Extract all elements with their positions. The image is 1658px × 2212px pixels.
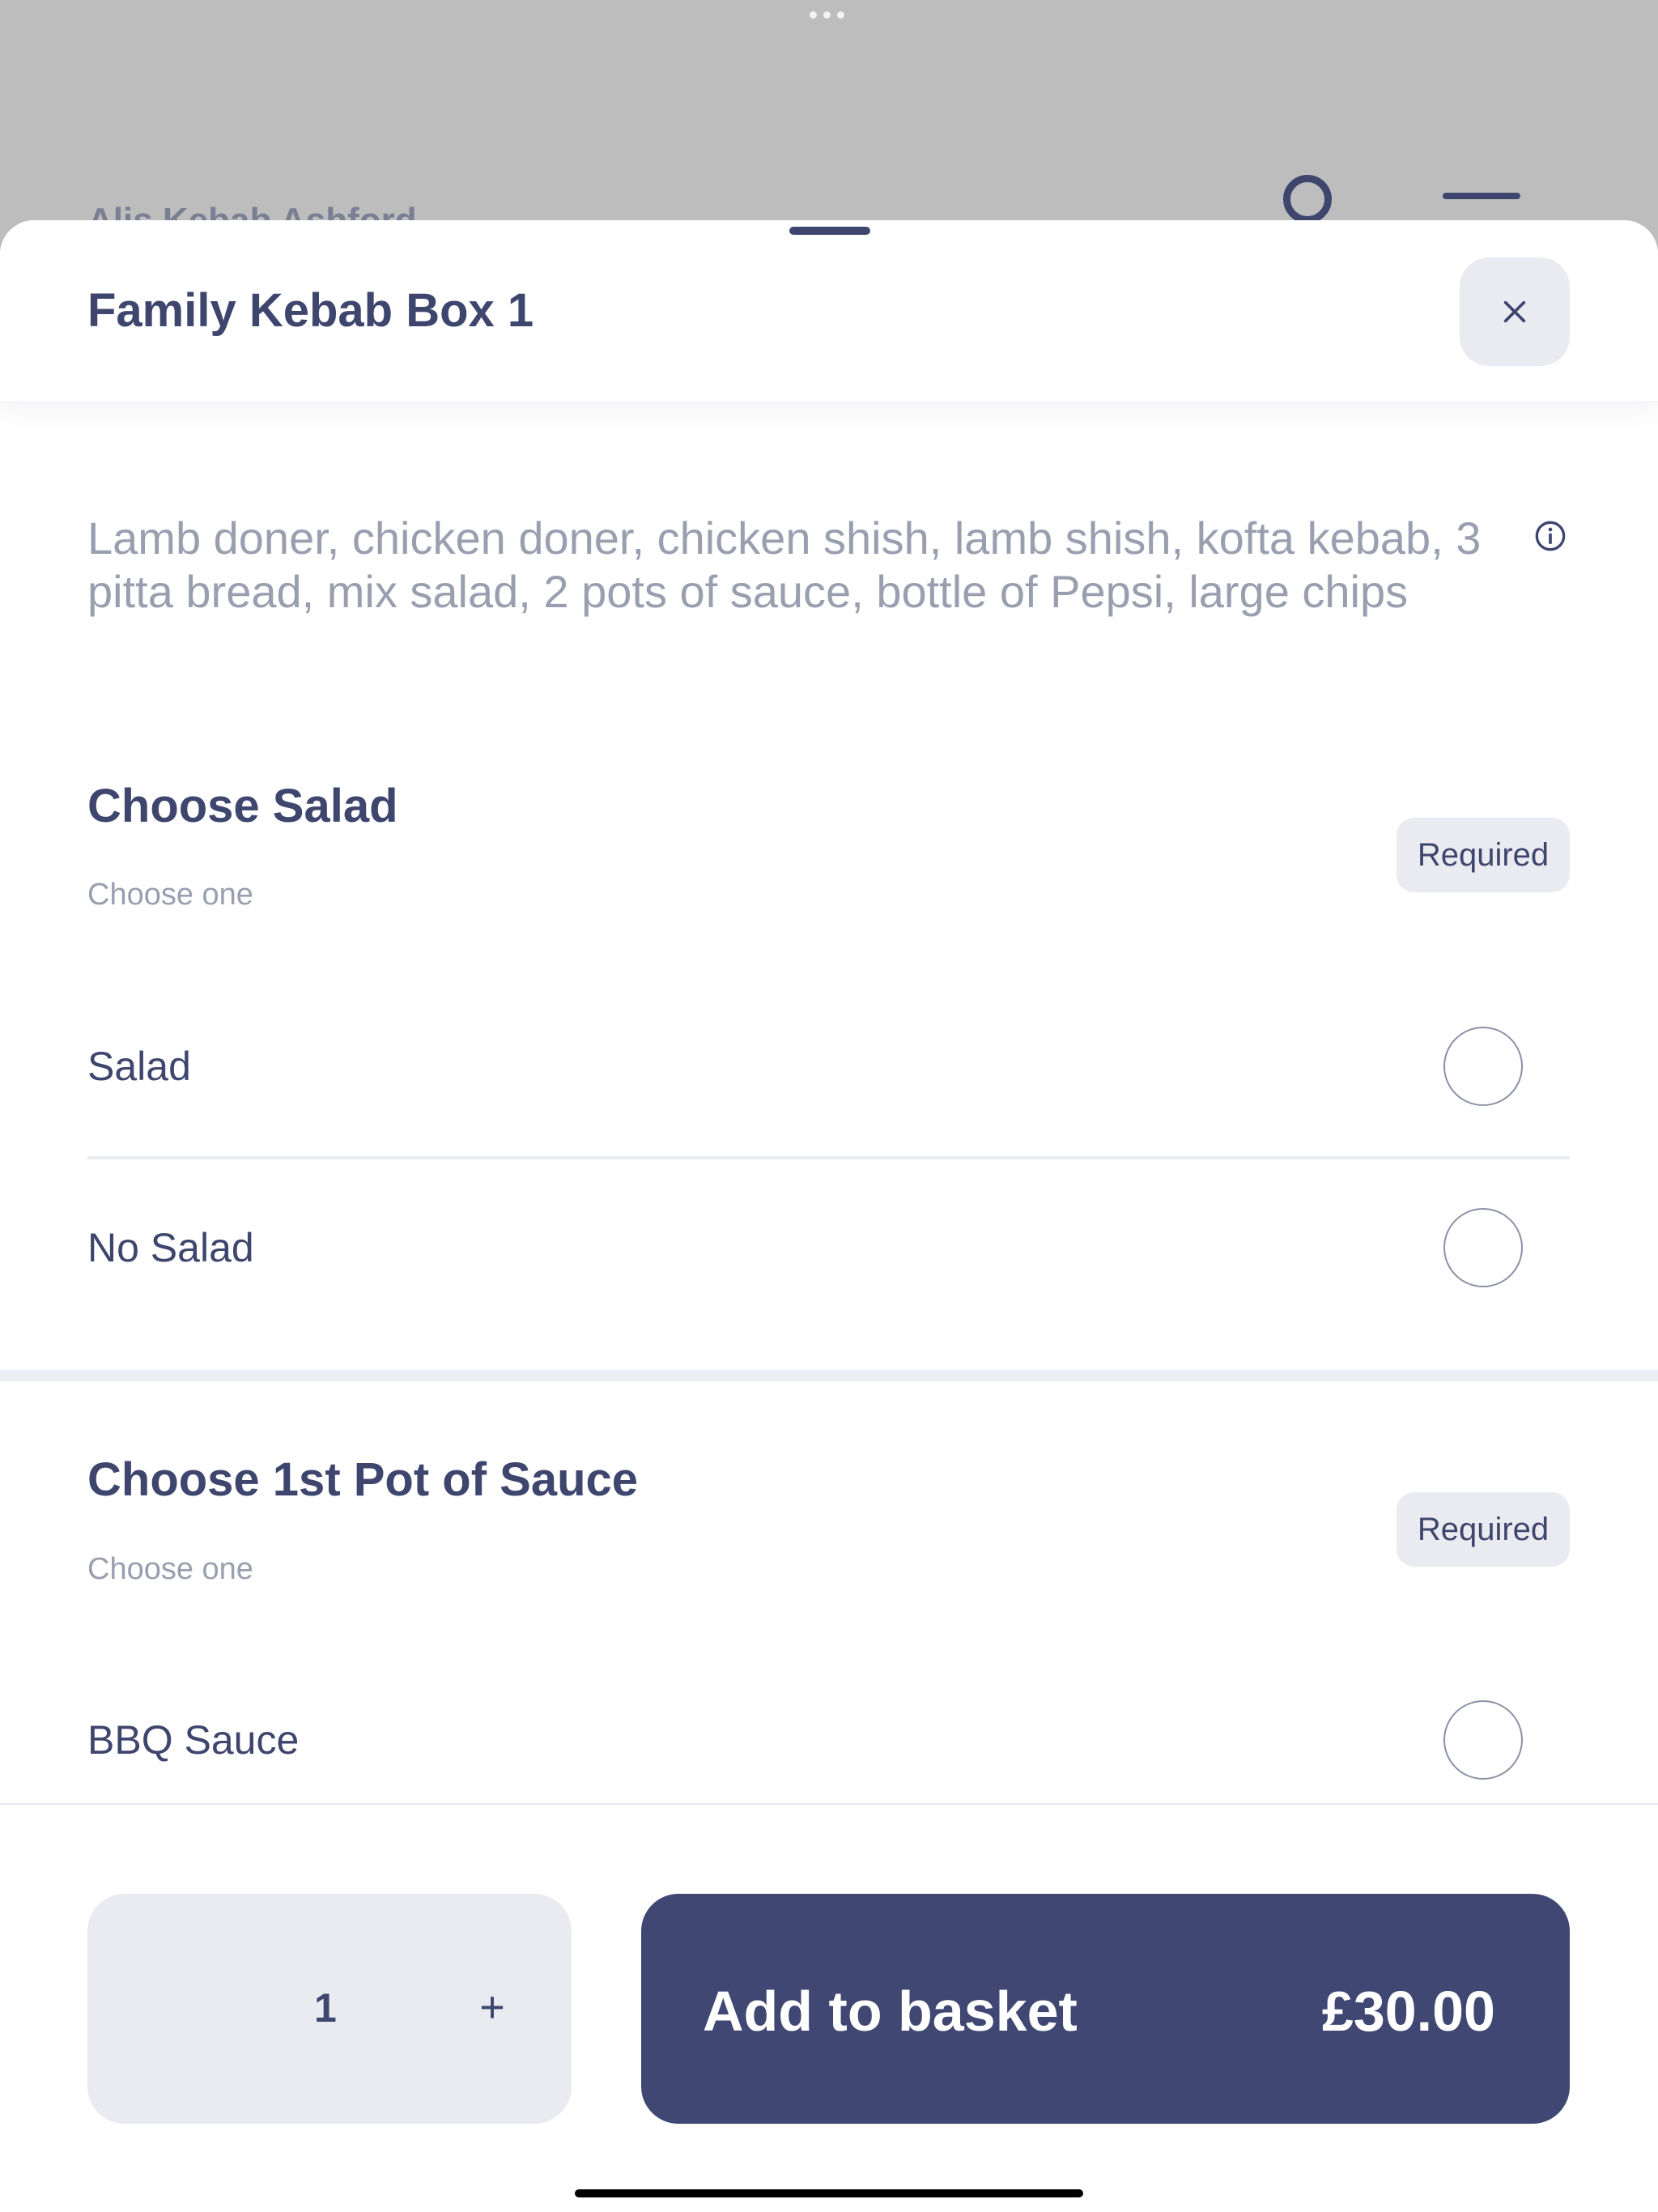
add-to-basket-label: Add to basket: [703, 1980, 1078, 2043]
multitasking-dots[interactable]: [810, 11, 844, 19]
item-description: Lamb doner, chicken doner, chicken shish…: [87, 513, 1482, 617]
radio-salad[interactable]: [1443, 1027, 1523, 1106]
option-label-salad[interactable]: Salad: [87, 1043, 191, 1090]
section-separator: [0, 1370, 1658, 1381]
info-icon[interactable]: [1534, 520, 1567, 552]
radio-no-salad[interactable]: [1443, 1208, 1523, 1287]
modal-footer: 1 + Add to basket £30.00: [0, 1803, 1658, 2212]
close-button[interactable]: [1460, 257, 1570, 366]
menu-icon[interactable]: [1443, 193, 1520, 199]
item-title: Family Kebab Box 1: [87, 284, 534, 337]
quantity-stepper: 1 +: [87, 1894, 572, 2124]
modal-header: Family Kebab Box 1: [0, 220, 1658, 402]
option-label-no-salad[interactable]: No Salad: [87, 1224, 254, 1271]
quantity-value: 1: [314, 1985, 337, 2031]
option-divider: [87, 1156, 1570, 1159]
required-badge: Required: [1397, 1492, 1570, 1567]
section-subtitle-salad: Choose one: [87, 878, 253, 912]
section-title-salad: Choose Salad: [87, 780, 398, 832]
total-price: £30.00: [1321, 1980, 1495, 2043]
add-to-basket-button[interactable]: Add to basket £30.00: [641, 1894, 1570, 2124]
section-subtitle-sauce: Choose one: [87, 1552, 253, 1586]
item-modal: Family Kebab Box 1 Lamb doner, chicken d…: [0, 220, 1658, 2212]
radio-bbq-sauce[interactable]: [1443, 1700, 1523, 1780]
option-label-bbq-sauce[interactable]: BBQ Sauce: [87, 1716, 299, 1763]
drag-handle[interactable]: [789, 227, 870, 235]
required-badge: Required: [1397, 818, 1570, 892]
close-icon: [1503, 300, 1526, 323]
user-icon[interactable]: [1283, 175, 1332, 223]
increment-button[interactable]: +: [460, 1983, 525, 2031]
section-title-sauce: Choose 1st Pot of Sauce: [87, 1453, 639, 1506]
home-indicator[interactable]: [575, 2189, 1083, 2197]
